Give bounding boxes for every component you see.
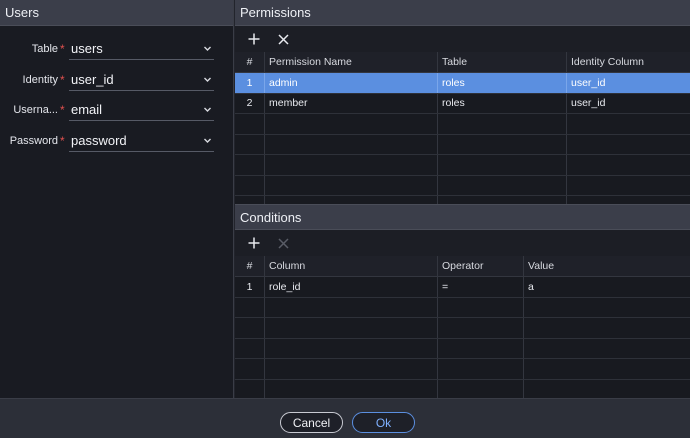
empty-row — [235, 379, 690, 398]
identity-field-label: Identity — [22, 74, 58, 86]
username-field-row: Userna... * email — [0, 99, 234, 121]
value-cell[interactable]: a — [524, 277, 690, 297]
cancel-button[interactable]: Cancel — [280, 412, 343, 433]
table-cell[interactable]: roles — [438, 73, 567, 93]
chevron-down-icon — [204, 46, 211, 51]
column-header-num[interactable]: # — [235, 52, 265, 72]
ok-button[interactable]: Ok — [352, 412, 415, 433]
username-field-label: Userna... — [13, 104, 58, 116]
permissions-toolbar — [235, 26, 690, 52]
conditions-toolbar — [235, 230, 690, 256]
conditions-panel-title: Conditions — [240, 209, 302, 225]
column-header-num[interactable]: # — [235, 256, 265, 276]
column-cell[interactable]: role_id — [265, 277, 438, 297]
required-marker: * — [60, 134, 65, 148]
permissions-panel-title: Permissions — [240, 5, 311, 20]
empty-row — [235, 297, 690, 318]
users-panel-title: Users — [5, 5, 39, 20]
row-num: 1 — [235, 73, 265, 93]
identity-select-value: user_id — [71, 72, 114, 87]
required-marker: * — [60, 42, 65, 56]
table-field-row: Table * users — [0, 38, 234, 60]
dialog-footer: Cancel Ok — [0, 398, 690, 438]
empty-row — [235, 114, 690, 135]
table-row[interactable]: 2 member roles user_id — [235, 93, 690, 114]
column-header-column[interactable]: Column — [265, 256, 438, 276]
password-field-label: Password — [9, 135, 58, 147]
row-num: 2 — [235, 93, 265, 113]
chevron-down-icon — [204, 138, 211, 143]
password-select[interactable]: password — [69, 130, 214, 152]
add-permission-button[interactable] — [245, 30, 263, 48]
permissions-grid: # Permission Name Table Identity Column … — [235, 52, 690, 204]
conditions-grid: # Column Operator Value 1 role_id = a — [235, 256, 690, 398]
required-marker: * — [60, 103, 65, 117]
row-num: 1 — [235, 277, 265, 297]
remove-permission-button[interactable] — [274, 30, 292, 48]
users-panel: Users Table * users Identity * user_id U… — [0, 0, 234, 398]
table-row[interactable]: 1 role_id = a — [235, 277, 690, 298]
username-select[interactable]: email — [69, 99, 214, 121]
chevron-down-icon — [204, 107, 211, 112]
chevron-down-icon — [204, 77, 211, 82]
empty-row — [235, 318, 690, 339]
operator-cell[interactable]: = — [438, 277, 524, 297]
identity-field-row: Identity * user_id — [0, 69, 234, 91]
empty-row — [235, 359, 690, 380]
conditions-panel-header: Conditions — [235, 204, 690, 230]
empty-row — [235, 196, 690, 204]
column-header-identity-column[interactable]: Identity Column — [567, 52, 690, 72]
identity-select[interactable]: user_id — [69, 69, 214, 91]
empty-row — [235, 175, 690, 196]
table-row[interactable]: 1 admin roles user_id — [235, 73, 690, 94]
username-select-value: email — [71, 102, 103, 117]
close-icon — [277, 237, 289, 249]
right-panel: Permissions # Permission Name Table Iden… — [235, 0, 690, 398]
table-select[interactable]: users — [69, 38, 214, 60]
password-select-value: password — [71, 133, 127, 148]
column-header-value[interactable]: Value — [524, 256, 690, 276]
permissions-panel-header: Permissions — [235, 0, 690, 26]
permissions-grid-header: # Permission Name Table Identity Column — [235, 52, 690, 73]
empty-row — [235, 155, 690, 176]
table-cell[interactable]: roles — [438, 93, 567, 113]
plus-icon — [248, 33, 260, 45]
password-field-row: Password * password — [0, 130, 234, 152]
column-header-operator[interactable]: Operator — [438, 256, 524, 276]
permission-name-cell[interactable]: admin — [265, 73, 438, 93]
table-field-label: Table — [31, 43, 58, 55]
close-icon — [277, 33, 289, 45]
conditions-grid-header: # Column Operator Value — [235, 256, 690, 277]
empty-row — [235, 134, 690, 155]
column-header-permission-name[interactable]: Permission Name — [265, 52, 438, 72]
users-panel-header: Users — [0, 0, 233, 26]
table-select-value: users — [71, 41, 103, 56]
remove-condition-button[interactable] — [274, 234, 292, 252]
required-marker: * — [60, 73, 65, 87]
identity-column-cell[interactable]: user_id — [567, 73, 690, 93]
column-header-table[interactable]: Table — [438, 52, 567, 72]
permission-name-cell[interactable]: member — [265, 93, 438, 113]
add-condition-button[interactable] — [245, 234, 263, 252]
empty-row — [235, 338, 690, 359]
plus-icon — [248, 237, 260, 249]
identity-column-cell[interactable]: user_id — [567, 94, 690, 114]
